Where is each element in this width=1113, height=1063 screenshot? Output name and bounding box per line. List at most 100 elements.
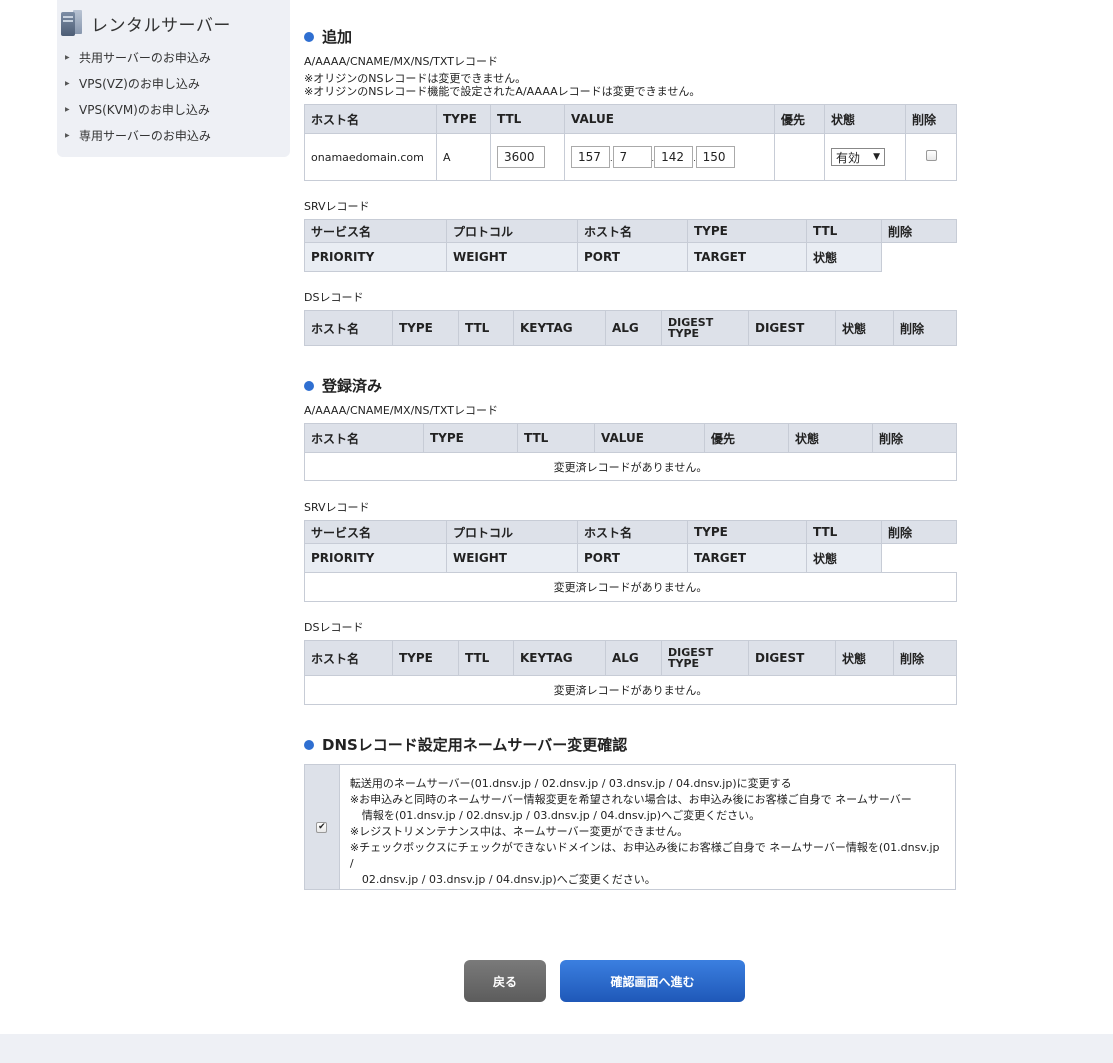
column-header: ALG: [605, 310, 662, 346]
column-header: TYPE: [436, 104, 491, 134]
proceed-to-confirm-button[interactable]: 確認画面へ進む: [560, 960, 745, 1002]
table-row: onamaedomain.com A 3600 157. 7. 142. 150 有効…: [304, 133, 957, 181]
value-cell: 157. 7. 142. 150: [564, 133, 775, 181]
column-header: 削除: [872, 423, 957, 453]
column-header: WEIGHT: [446, 242, 578, 272]
registered-record-table: ホスト名 TYPE TTL VALUE 優先 状態 削除 変更済レコードがありま…: [304, 423, 957, 481]
section-title-confirm: DNSレコード設定用ネームサーバー変更確認: [304, 734, 627, 755]
column-header: DIGEST: [748, 310, 836, 346]
column-header: WEIGHT: [446, 543, 578, 573]
column-header: TYPE: [392, 640, 459, 676]
column-header: KEYTAG: [513, 640, 606, 676]
column-header: TYPE: [687, 520, 807, 544]
sidebar-menu: ▶ 共用サーバーのお申込み ▶ VPS(VZ)のお申し込み ▶ VPS(KVM)のお申…: [65, 44, 211, 148]
column-header: ホスト名: [577, 520, 688, 544]
column-header: PRIORITY: [304, 242, 447, 272]
bullet-dot-icon: [304, 31, 314, 42]
column-header: TTL: [806, 520, 882, 544]
column-header: 優先: [774, 104, 825, 134]
bullet-dot-icon: [304, 380, 314, 391]
nameserver-change-checkbox[interactable]: ✔: [316, 821, 328, 833]
confirm-line: ※チェックボックスにチェックができないドメインは、お申込み後にお客様ご自身で ネ…: [349, 841, 940, 870]
empty-message: 変更済レコードがありません。: [304, 572, 957, 602]
column-header: 状態: [835, 640, 894, 676]
srv-caption: SRVレコード: [304, 501, 370, 514]
confirm-line: ※レジストリメンテナンス中は、ネームサーバー変更ができません。: [349, 825, 689, 838]
column-header: TYPE: [423, 423, 518, 453]
column-header: 優先: [704, 423, 789, 453]
column-header: 状態: [788, 423, 873, 453]
column-header: TTL: [806, 219, 882, 243]
sidebar-item-vps-kvm[interactable]: ▶ VPS(KVM)のお申し込み: [65, 96, 211, 122]
column-header: TARGET: [687, 543, 807, 573]
triangle-bullet-icon: ▶: [65, 131, 70, 139]
ip-octet-4-input[interactable]: 150: [695, 146, 735, 168]
empty-message: 変更済レコードがありません。: [304, 452, 957, 481]
host-cell: onamaedomain.com: [304, 133, 437, 181]
footer: [0, 1034, 1113, 1063]
server-icon: [61, 10, 83, 36]
ip-octet-3-input[interactable]: 142: [654, 146, 694, 168]
sidebar: レンタルサーバー ▶ 共用サーバーのお申込み ▶ VPS(VZ)のお申し込み ▶ VP…: [57, 0, 290, 157]
triangle-bullet-icon: ▶: [65, 105, 70, 113]
empty-message: 変更済レコードがありません。: [304, 675, 957, 705]
delete-checkbox[interactable]: [925, 150, 937, 161]
confirm-line: ※お申込みと同時のネームサーバー情報変更を希望されない場合は、お申込み後にお客様…: [349, 793, 912, 806]
bullet-dot-icon: [304, 739, 314, 750]
sidebar-item-vps-vz[interactable]: ▶ VPS(VZ)のお申し込み: [65, 70, 211, 96]
column-header: TYPE: [687, 219, 807, 243]
sidebar-item-shared[interactable]: ▶ 共用サーバーのお申込み: [65, 44, 211, 70]
record-caption: A/AAAA/CNAME/MX/NS/TXTレコード: [304, 55, 498, 68]
column-header: TARGET: [687, 242, 807, 272]
column-header: プロトコル: [446, 219, 578, 243]
chevron-down-icon: ▼: [873, 152, 880, 162]
column-header: 状態: [835, 310, 894, 346]
section-title-add: 追加: [304, 26, 352, 47]
status-cell: 有効 ▼: [824, 133, 906, 181]
column-header: 削除: [881, 219, 957, 243]
ds-caption: DSレコード: [304, 621, 364, 634]
column-header: ホスト名: [304, 423, 424, 453]
column-header: 削除: [905, 104, 957, 134]
column-header: VALUE: [594, 423, 705, 453]
delete-cell: [905, 133, 957, 181]
ip-octet-1-input[interactable]: 157: [571, 146, 610, 168]
back-button[interactable]: 戻る: [464, 960, 546, 1002]
column-header: プロトコル: [446, 520, 578, 544]
type-cell: A: [436, 133, 491, 181]
note-text: ※オリジンのNSレコードは変更できません。: [304, 72, 527, 85]
ttl-cell: 3600: [490, 133, 565, 181]
status-select-value: 有効: [836, 150, 861, 165]
column-header: VALUE: [564, 104, 775, 134]
ip-octet-2-input[interactable]: 7: [612, 146, 652, 168]
column-header: 削除: [881, 520, 957, 544]
status-select[interactable]: 有効 ▼: [831, 148, 885, 166]
confirm-line: 情報を(01.dnsv.jp / 02.dnsv.jp / 03.dnsv.jp…: [361, 809, 761, 822]
registered-srv-table: サービス名 プロトコル ホスト名 TYPE TTL 削除 PRIORITY WE…: [304, 520, 957, 602]
sidebar-item-dedicated[interactable]: ▶ 専用サーバーのお申込み: [65, 122, 211, 148]
ttl-input[interactable]: 3600: [497, 146, 545, 168]
confirm-checkbox-cell: ✔: [305, 765, 340, 889]
add-ds-table: ホスト名 TYPE TTL KEYTAG ALG DIGEST TYPE DIG…: [304, 310, 957, 346]
priority-cell: [774, 133, 825, 181]
column-header: DIGEST TYPE: [661, 640, 749, 676]
section-title-registered: 登録済み: [304, 375, 382, 396]
column-header: 削除: [893, 310, 957, 346]
column-header: 状態: [806, 242, 882, 272]
empty-cell: [881, 242, 957, 272]
column-header: PRIORITY: [304, 543, 447, 573]
column-header: ALG: [605, 640, 662, 676]
sidebar-header: レンタルサーバー: [61, 10, 231, 36]
column-header: TTL: [458, 310, 514, 346]
column-header: DIGEST TYPE: [661, 310, 749, 346]
sidebar-title: レンタルサーバー: [91, 15, 231, 36]
column-header: 状態: [806, 543, 882, 573]
column-header: ホスト名: [304, 310, 393, 346]
empty-cell: [881, 543, 957, 573]
confirm-line: 転送用のネームサーバー(01.dnsv.jp / 02.dnsv.jp / 03…: [349, 777, 792, 790]
note-text: ※オリジンのNSレコード機能で設定されたA/AAAAレコードは変更できません。: [304, 85, 701, 98]
column-header: 削除: [893, 640, 957, 676]
column-header: PORT: [577, 242, 688, 272]
column-header: ホスト名: [304, 104, 437, 134]
column-header: TTL: [458, 640, 514, 676]
